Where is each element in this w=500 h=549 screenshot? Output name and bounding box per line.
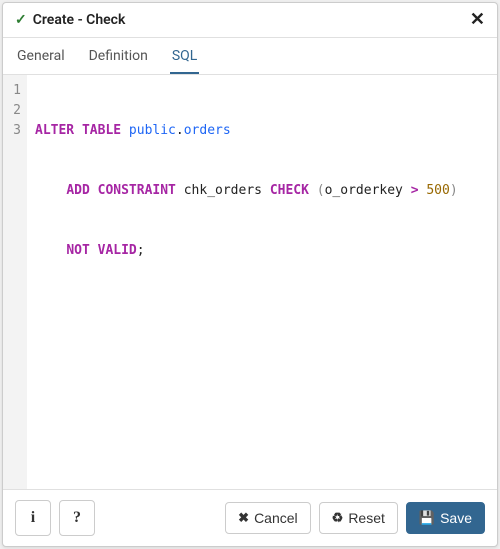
info-button[interactable]: i bbox=[15, 500, 51, 536]
check-icon: ✓ bbox=[15, 12, 27, 28]
reset-button[interactable]: ♻ Reset bbox=[319, 502, 398, 534]
reset-label: Reset bbox=[348, 510, 385, 526]
sql-editor[interactable]: 1 2 3 ALTER TABLE public.orders ADD CONS… bbox=[3, 75, 497, 489]
recycle-icon: ♻ bbox=[332, 510, 344, 526]
tab-general[interactable]: General bbox=[15, 38, 67, 74]
help-icon: ? bbox=[73, 509, 81, 527]
tab-sql[interactable]: SQL bbox=[170, 38, 199, 74]
line-number: 2 bbox=[7, 101, 21, 121]
code-line: ALTER TABLE public.orders bbox=[35, 121, 489, 141]
code-line: NOT VALID; bbox=[35, 241, 489, 261]
line-number: 1 bbox=[7, 81, 21, 101]
titlebar: ✓ Create - Check ✕ bbox=[3, 3, 497, 38]
help-button[interactable]: ? bbox=[59, 500, 95, 536]
code-line: ADD CONSTRAINT chk_orders CHECK (o_order… bbox=[35, 181, 489, 201]
line-gutter: 1 2 3 bbox=[3, 75, 27, 489]
close-icon: ✖ bbox=[238, 510, 249, 526]
line-number: 3 bbox=[7, 121, 21, 141]
dialog-title: Create - Check bbox=[33, 12, 470, 28]
save-button[interactable]: 💾 Save bbox=[406, 502, 485, 534]
tab-definition[interactable]: Definition bbox=[87, 38, 150, 74]
save-label: Save bbox=[440, 510, 472, 526]
tabs: General Definition SQL bbox=[3, 38, 497, 75]
info-icon: i bbox=[31, 509, 35, 527]
close-button[interactable]: ✕ bbox=[470, 11, 485, 29]
code-area[interactable]: ALTER TABLE public.orders ADD CONSTRAINT… bbox=[27, 75, 497, 489]
save-icon: 💾 bbox=[419, 510, 435, 526]
cancel-label: Cancel bbox=[254, 510, 298, 526]
create-check-dialog: ✓ Create - Check ✕ General Definition SQ… bbox=[2, 2, 498, 547]
cancel-button[interactable]: ✖ Cancel bbox=[225, 502, 311, 534]
footer: i ? ✖ Cancel ♻ Reset 💾 Save bbox=[3, 489, 497, 546]
